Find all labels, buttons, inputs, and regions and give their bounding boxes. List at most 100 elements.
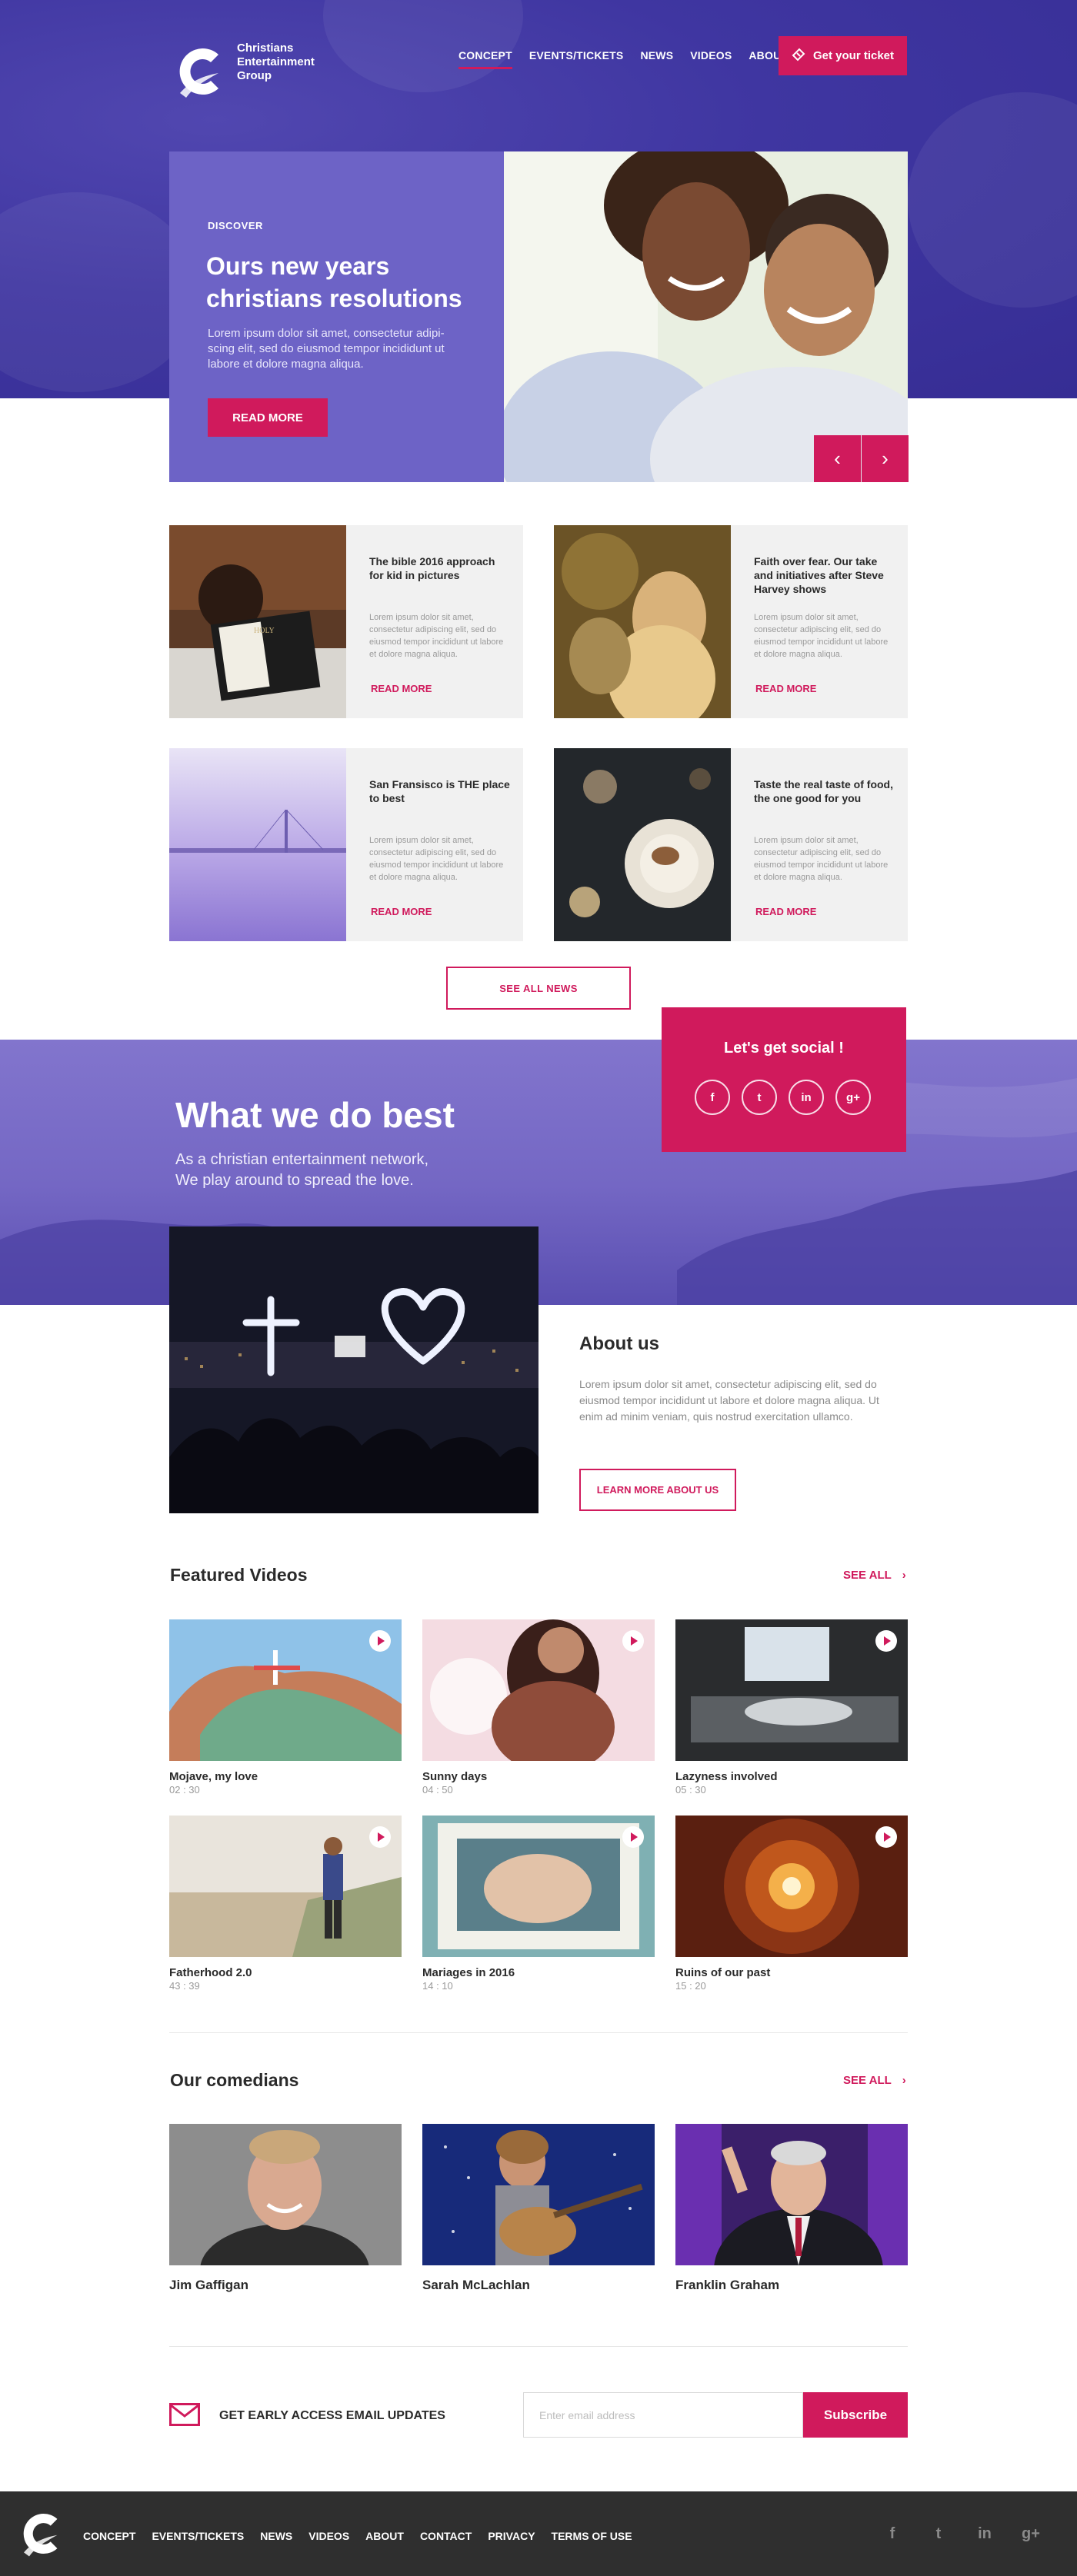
- linkedin-icon[interactable]: in: [975, 2525, 994, 2543]
- nav-item-news[interactable]: NEWS: [640, 49, 673, 69]
- brand-name-line: Group: [237, 69, 272, 82]
- facebook-icon[interactable]: f: [695, 1080, 730, 1115]
- subscribe-button[interactable]: Subscribe: [803, 2392, 908, 2438]
- play-icon[interactable]: [622, 1826, 644, 1848]
- comedian-name[interactable]: Sarah McLachlan: [422, 2278, 530, 2293]
- about-body: Lorem ipsum dolor sit amet, consectetur …: [579, 1378, 879, 1423]
- news-card-read-more[interactable]: READ MORE: [755, 683, 816, 694]
- footer-nav-concept[interactable]: CONCEPT: [83, 2530, 135, 2542]
- video-title[interactable]: Mojave, my love: [169, 1770, 258, 1783]
- brand-name-line: Christians: [237, 42, 294, 55]
- nav-item-concept[interactable]: CONCEPT: [458, 49, 512, 69]
- video-duration: 04 : 50: [422, 1784, 453, 1796]
- play-icon[interactable]: [875, 1826, 897, 1848]
- footer-nav-news[interactable]: NEWS: [260, 2530, 292, 2542]
- section-divider: [169, 2346, 908, 2347]
- hero-next-arrow[interactable]: ›: [862, 435, 909, 482]
- hero-prev-arrow[interactable]: ‹: [814, 435, 861, 482]
- brand-name: Christians Entertainment Group: [237, 42, 345, 83]
- footer-nav-terms[interactable]: TERMS OF USE: [552, 2530, 632, 2542]
- comedian-photo[interactable]: [675, 2124, 908, 2265]
- video-duration: 02 : 30: [169, 1784, 200, 1796]
- hero-kicker: DISCOVER: [208, 220, 263, 231]
- comedian-name[interactable]: Franklin Graham: [675, 2278, 779, 2293]
- comedian-name[interactable]: Jim Gaffigan: [169, 2278, 248, 2293]
- learn-more-about-button[interactable]: LEARN MORE ABOUT US: [579, 1469, 736, 1511]
- google-plus-icon[interactable]: g+: [835, 1080, 871, 1115]
- news-card-body: Lorem ipsum dolor sit amet, consectetur …: [754, 613, 889, 659]
- video-title[interactable]: Sunny days: [422, 1770, 487, 1783]
- news-card-image: [169, 748, 346, 941]
- video-thumbnail[interactable]: [675, 1619, 908, 1761]
- footer-nav-about[interactable]: ABOUT: [365, 2530, 404, 2542]
- video-title[interactable]: Fatherhood 2.0: [169, 1966, 252, 1979]
- news-card[interactable]: Taste the real taste of food, the one go…: [554, 748, 908, 941]
- ticket-icon: [792, 48, 805, 65]
- facebook-icon[interactable]: f: [883, 2525, 902, 2543]
- video-duration: 43 : 39: [169, 1980, 200, 1992]
- video-thumbnail[interactable]: [169, 1816, 402, 1957]
- footer-nav-privacy[interactable]: PRIVACY: [488, 2530, 535, 2542]
- comedians-see-all-label: SEE ALL: [843, 2074, 892, 2087]
- what-we-do-best-band: [0, 1040, 1077, 1305]
- twitter-icon[interactable]: t: [742, 1080, 777, 1115]
- about-image: [169, 1226, 538, 1513]
- play-icon[interactable]: [369, 1826, 391, 1848]
- news-card-read-more[interactable]: READ MORE: [371, 683, 432, 694]
- news-card[interactable]: HOLY The bible 2016 approach for kid in …: [169, 525, 523, 718]
- comedians-title: Our comedians: [170, 2070, 299, 2090]
- hero-title: Ours new years christians resolutions: [206, 252, 462, 312]
- news-card-body: Lorem ipsum dolor sit amet, consectetur …: [369, 613, 504, 659]
- nav-item-videos[interactable]: VIDEOS: [690, 49, 732, 69]
- comedian-photo[interactable]: [422, 2124, 655, 2265]
- play-icon[interactable]: [622, 1630, 644, 1652]
- best-subtitle-line: As a christian entertainment network,: [175, 1151, 429, 1168]
- videos-see-all-link[interactable]: SEE ALL ›: [843, 1569, 906, 1582]
- best-subtitle: As a christian entertainment network, We…: [175, 1150, 428, 1191]
- comedian-photo[interactable]: [169, 2124, 402, 2265]
- news-card-read-more[interactable]: READ MORE: [755, 906, 816, 917]
- featured-videos-title: Featured Videos: [170, 1565, 308, 1585]
- news-card-title: Taste the real taste of food, the one go…: [754, 778, 893, 804]
- video-thumbnail[interactable]: [169, 1619, 402, 1761]
- video-duration: 15 : 20: [675, 1980, 706, 1992]
- about-title: About us: [579, 1333, 659, 1354]
- section-divider: [169, 2032, 908, 2033]
- see-all-news-button[interactable]: SEE ALL NEWS: [446, 967, 631, 1010]
- svg-text:HOLY: HOLY: [254, 627, 275, 635]
- get-ticket-button[interactable]: Get your ticket: [779, 36, 907, 75]
- footer-nav-events-tickets[interactable]: EVENTS/TICKETS: [152, 2530, 244, 2542]
- video-thumbnail[interactable]: [422, 1619, 655, 1761]
- video-thumbnail[interactable]: [675, 1816, 908, 1957]
- google-plus-icon[interactable]: g+: [1022, 2525, 1040, 2543]
- best-subtitle-line: We play around to spread the love.: [175, 1172, 414, 1189]
- brand-name-line: Entertainment: [237, 55, 315, 68]
- video-title[interactable]: Mariages in 2016: [422, 1966, 515, 1979]
- news-card-read-more[interactable]: READ MORE: [371, 906, 432, 917]
- play-icon[interactable]: [875, 1630, 897, 1652]
- hero-read-more-button[interactable]: READ MORE: [208, 398, 328, 437]
- news-card[interactable]: San Fransisco is THE place to best Lorem…: [169, 748, 523, 941]
- brand-logo[interactable]: [171, 42, 225, 101]
- news-card-image: HOLY: [169, 525, 346, 718]
- footer-logo[interactable]: [15, 2508, 63, 2559]
- video-thumbnail[interactable]: [422, 1816, 655, 1957]
- play-icon[interactable]: [369, 1630, 391, 1652]
- email-field[interactable]: [523, 2392, 803, 2438]
- video-title[interactable]: Lazyness involved: [675, 1770, 778, 1783]
- linkedin-icon[interactable]: in: [789, 1080, 824, 1115]
- news-card-title: The bible 2016 approach for kid in pictu…: [369, 555, 495, 581]
- chevron-right-icon: ›: [902, 2074, 906, 2087]
- news-card-image: [554, 748, 731, 941]
- video-title[interactable]: Ruins of our past: [675, 1966, 770, 1979]
- twitter-icon[interactable]: t: [929, 2525, 948, 2543]
- news-card-title: San Fransisco is THE place to best: [369, 778, 510, 804]
- chevron-right-icon: ›: [902, 1569, 906, 1582]
- comedians-see-all-link[interactable]: SEE ALL ›: [843, 2074, 906, 2087]
- news-card[interactable]: Faith over fear. Our take and initiative…: [554, 525, 908, 718]
- footer-nav-videos[interactable]: VIDEOS: [308, 2530, 349, 2542]
- videos-see-all-label: SEE ALL: [843, 1569, 892, 1582]
- news-card-title: Faith over fear. Our take and initiative…: [754, 555, 884, 595]
- nav-item-events-tickets[interactable]: EVENTS/TICKETS: [529, 49, 624, 69]
- footer-nav-contact[interactable]: CONTACT: [420, 2530, 472, 2542]
